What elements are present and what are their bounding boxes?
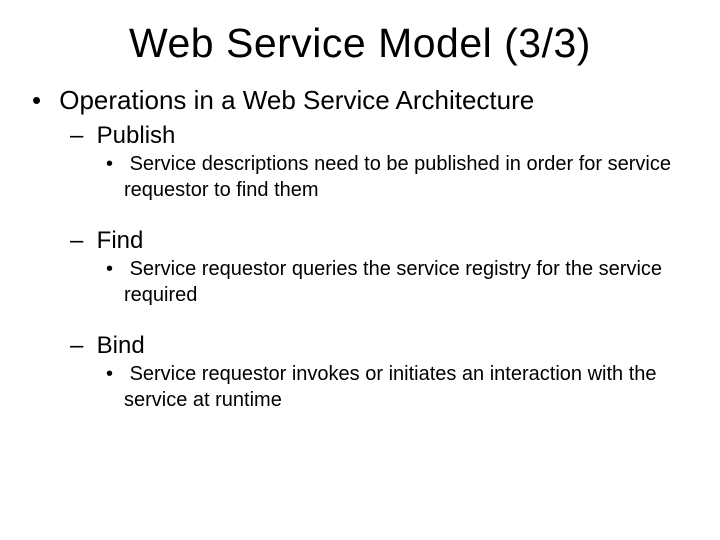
bullet-list-level1: Operations in a Web Service Architecture… xyxy=(36,85,684,414)
list-item: Bind Service requestor invokes or initia… xyxy=(70,332,684,413)
section-detail: Service requestor invokes or initiates a… xyxy=(124,363,657,411)
bullet-list-level3: Service descriptions need to be publishe… xyxy=(106,152,684,203)
section-heading: Find xyxy=(97,227,144,254)
bullet-list-level3: Service requestor queries the service re… xyxy=(106,257,684,308)
main-bullet-text: Operations in a Web Service Architecture xyxy=(59,85,534,115)
section-heading: Bind xyxy=(97,332,145,359)
list-item: Operations in a Web Service Architecture… xyxy=(36,85,684,414)
list-item: Service requestor invokes or initiates a… xyxy=(106,362,684,413)
slide-title: Web Service Model (3/3) xyxy=(36,20,684,67)
list-item: Service descriptions need to be publishe… xyxy=(106,152,684,203)
list-item: Find Service requestor queries the servi… xyxy=(70,227,684,308)
list-item: Service requestor queries the service re… xyxy=(106,257,684,308)
section-heading: Publish xyxy=(97,122,176,149)
section-detail: Service descriptions need to be publishe… xyxy=(124,153,671,201)
bullet-list-level3: Service requestor invokes or initiates a… xyxy=(106,362,684,413)
section-detail: Service requestor queries the service re… xyxy=(124,258,662,306)
bullet-list-level2: Publish Service descriptions need to be … xyxy=(70,122,684,414)
list-item: Publish Service descriptions need to be … xyxy=(70,122,684,203)
slide: Web Service Model (3/3) Operations in a … xyxy=(0,0,720,458)
